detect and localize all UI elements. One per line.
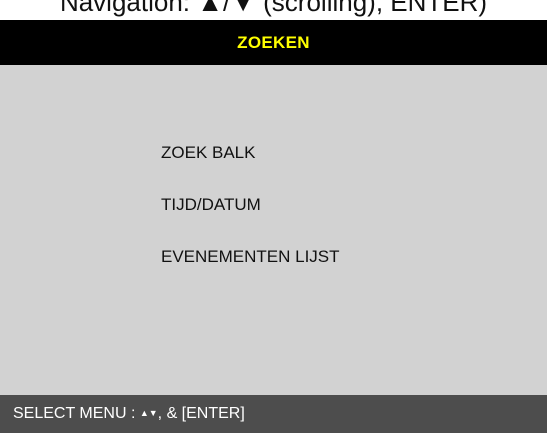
search-menu-screen: ZOEKEN ZOEK BALK TIJD/DATUM EVENEMENTEN … xyxy=(0,20,547,433)
select-menu-hint: SELECT MENU : ▲▼, & [ENTER] xyxy=(13,405,245,423)
menu-item-tijd-datum[interactable]: TIJD/DATUM xyxy=(161,192,340,218)
up-down-arrows-icon: ▲▼ xyxy=(139,408,158,418)
page-title: ZOEKEN xyxy=(237,32,310,52)
search-menu-list: ZOEK BALK TIJD/DATUM EVENEMENTEN LIJST xyxy=(161,140,340,296)
cropped-caption: Navigation: ▲/▼ (scrolling), ENTER) xyxy=(0,0,547,20)
hint-prefix: SELECT MENU : xyxy=(13,405,140,422)
menu-item-zoek-balk[interactable]: ZOEK BALK xyxy=(161,140,340,166)
hint-suffix: , & [ENTER] xyxy=(157,405,245,422)
status-bar: SELECT MENU : ▲▼, & [ENTER] xyxy=(0,395,547,433)
menu-item-evenementen-lijst[interactable]: EVENEMENTEN LIJST xyxy=(161,244,340,270)
menu-header: ZOEKEN xyxy=(0,20,547,65)
cropped-caption-text: Navigation: ▲/▼ (scrolling), ENTER) xyxy=(59,0,488,17)
